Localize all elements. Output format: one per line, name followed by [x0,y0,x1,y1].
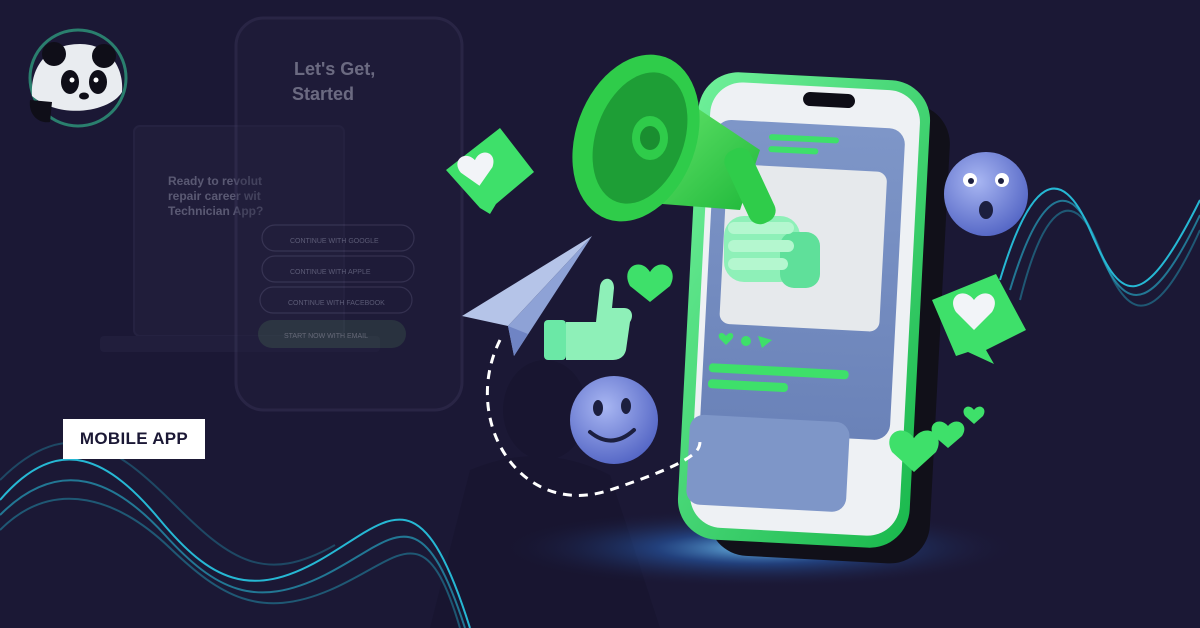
phone-heading-1: Let's Get, [294,59,375,79]
thumbs-up-icon [544,278,632,360]
heart-bubble-icon-right [932,274,1026,364]
smiley-icon [570,376,658,464]
neon-wave-left [0,441,471,628]
surprised-icon [944,152,1028,236]
facebook-button-label: CONTINUE WITH FACEBOOK [288,300,385,307]
category-badge: MOBILE APP [63,419,205,459]
google-button-label: CONTINUE WITH GOOGLE [290,238,379,245]
banner: Ready to revolut repair career wit Techn… [0,0,1200,628]
illustration: Ready to revolut repair career wit Techn… [0,16,1200,628]
panda-icon [28,28,128,128]
background-phone-mockup: Let's Get, Started CONTINUE WITH GOOGLE … [234,16,464,412]
apple-button-label: CONTINUE WITH APPLE [290,269,371,276]
neon-wave-right [999,187,1200,307]
phone-heading-2: Started [292,84,354,104]
email-button-label: START NOW WITH EMAIL [284,333,368,340]
